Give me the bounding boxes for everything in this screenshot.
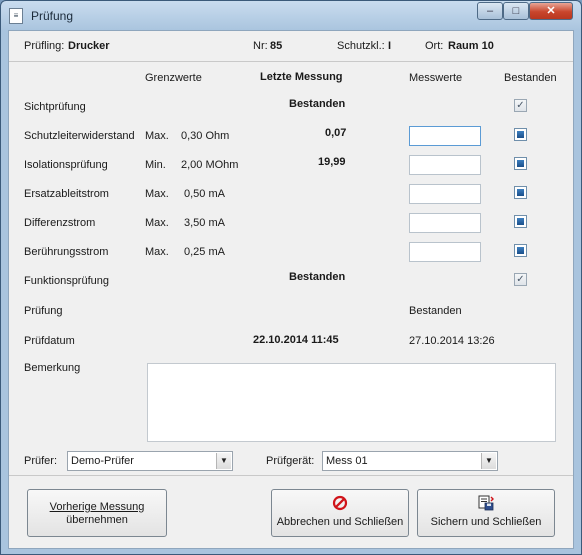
checkbox-beruehrungsstrom[interactable] [514, 244, 527, 257]
last-value-isolation: 19,99 [318, 156, 346, 168]
limit-value-schutzleiter: 0,30 Ohm [181, 130, 230, 142]
schutzklasse-value: I [388, 40, 392, 52]
checkbox-funktionspruefung[interactable]: ✓ [514, 273, 527, 286]
maximize-button[interactable]: □ [503, 2, 529, 20]
row-label-isolation: Isolationsprüfung [24, 159, 108, 171]
last-value-funktionspruefung: Bestanden [289, 271, 346, 283]
checkbox-sichtpruefung[interactable]: ✓ [514, 99, 527, 112]
limit-value-ersatzableitstrom: 0,50 mA [184, 188, 225, 200]
divider [9, 475, 573, 476]
pruefgeraet-label: Prüfgerät: [266, 455, 315, 467]
window-title: Prüfung [31, 9, 74, 23]
device-header: Prüfling: Drucker Nr: 85 Schutzkl.: I Or… [9, 31, 573, 62]
nr-label: Nr: [253, 40, 268, 52]
schutzklasse-label: Schutzkl.: [337, 40, 385, 52]
pruefgeraet-value: Mess 01 [326, 455, 368, 467]
cancel-and-close-button[interactable]: Abbrechen und Schließen [271, 489, 409, 537]
cancel-icon [332, 495, 348, 511]
limit-kind-schutzleiter: Max. [145, 130, 169, 142]
row-label-funktionspruefung: Funktionsprüfung [24, 275, 109, 287]
limit-kind-isolation: Min. [145, 159, 166, 171]
measurement-input-differenzstrom[interactable] [409, 213, 481, 233]
row-label-sichtpruefung: Sichtprüfung [24, 101, 86, 113]
limit-kind-beruehrungsstrom: Max. [145, 246, 169, 258]
dialog-content: Prüfling: Drucker Nr: 85 Schutzkl.: I Or… [8, 30, 574, 549]
bemerkung-textarea[interactable] [147, 363, 556, 442]
measurement-input-beruehrungsstrom[interactable] [409, 242, 481, 262]
dialog-window: ≡ Prüfung – □ ✕ Prüfling: Drucker Nr: 85… [0, 0, 582, 555]
limit-kind-differenzstrom: Max. [145, 217, 169, 229]
column-letzte-messung: Letzte Messung [260, 71, 343, 83]
column-bestanden: Bestanden [504, 72, 557, 84]
previous-measurement-line1: Vorherige Messung [49, 501, 145, 513]
previous-measurement-line2: übernehmen [66, 514, 128, 526]
column-messwerte: Messwerte [409, 72, 463, 84]
row-label-beruehrungsstrom: Berührungsstrom [24, 246, 109, 258]
checkbox-differenzstrom[interactable] [514, 215, 527, 228]
pruefling-value: Drucker [68, 40, 110, 52]
current-pruefdatum: 27.10.2014 13:26 [409, 335, 495, 347]
last-value-sichtpruefung: Bestanden [289, 98, 346, 110]
cancel-and-close-label: Abbrechen und Schließen [276, 516, 404, 528]
pruefer-select[interactable]: Demo-Prüfer ▼ [67, 451, 233, 471]
nr-value: 85 [270, 40, 283, 52]
chevron-down-icon[interactable]: ▼ [216, 453, 231, 469]
measurement-input-ersatzableitstrom[interactable] [409, 184, 481, 204]
limit-value-differenzstrom: 3,50 mA [184, 217, 225, 229]
previous-measurement-label: Vorherige Messung übernehmen [28, 501, 166, 527]
row-label-differenzstrom: Differenzstrom [24, 217, 96, 229]
limit-kind-ersatzableitstrom: Max. [145, 188, 169, 200]
pruefung-result: Bestanden [409, 305, 462, 317]
last-value-schutzleiter: 0,07 [325, 127, 347, 139]
row-label-schutzleiter: Schutzleiterwiderstand [24, 130, 135, 142]
save-and-close-label: Sichern und Schließen [430, 516, 542, 528]
limit-value-beruehrungsstrom: 0,25 mA [184, 246, 225, 258]
column-grenzwerte: Grenzwerte [145, 72, 202, 84]
pruefer-label: Prüfer: [24, 455, 58, 467]
checkbox-ersatzableitstrom[interactable] [514, 186, 527, 199]
close-button[interactable]: ✕ [529, 2, 573, 20]
pruefling-label: Prüfling: [24, 40, 65, 52]
measurement-input-isolation[interactable] [409, 155, 481, 175]
title-bar[interactable]: ≡ Prüfung – □ ✕ [1, 1, 581, 30]
previous-measurement-button[interactable]: Vorherige Messung übernehmen [27, 489, 167, 537]
ort-value: Raum 10 [448, 40, 494, 52]
row-label-ersatzableitstrom: Ersatzableitstrom [24, 188, 109, 200]
save-and-close-button[interactable]: Sichern und Schließen [417, 489, 555, 537]
document-icon: ≡ [9, 8, 23, 24]
pruefung-label: Prüfung [24, 305, 63, 317]
pruefer-value: Demo-Prüfer [71, 455, 134, 467]
checkbox-schutzleiter[interactable] [514, 128, 527, 141]
limit-value-isolation: 2,00 MOhm [181, 159, 239, 171]
measurement-input-schutzleiter[interactable] [409, 126, 481, 146]
minimize-button[interactable]: – [477, 2, 503, 20]
pruefdatum-label: Prüfdatum [24, 335, 75, 347]
last-pruefdatum: 22.10.2014 11:45 [253, 334, 339, 346]
chevron-down-icon[interactable]: ▼ [481, 453, 496, 469]
pruefgeraet-select[interactable]: Mess 01 ▼ [322, 451, 498, 471]
save-icon [478, 495, 494, 511]
checkbox-isolation[interactable] [514, 157, 527, 170]
bemerkung-label: Bemerkung [24, 362, 81, 374]
ort-label: Ort: [425, 40, 444, 52]
